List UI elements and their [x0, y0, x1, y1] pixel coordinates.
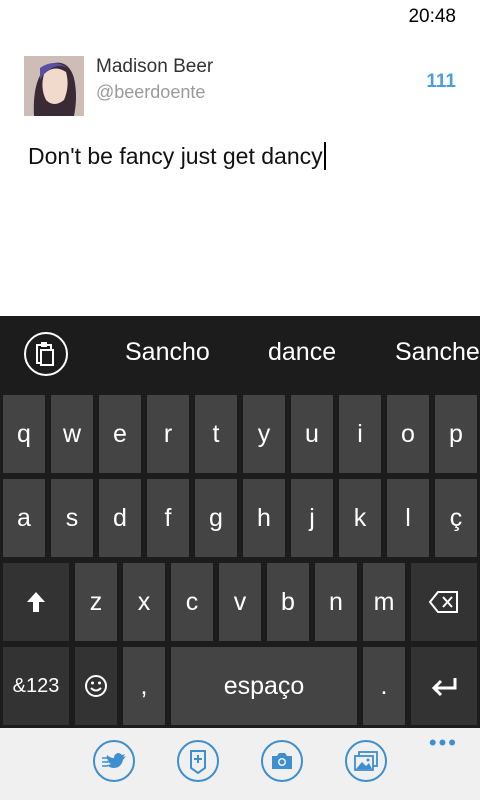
key-d[interactable]: d [99, 479, 141, 557]
space-key[interactable]: espaço [171, 647, 357, 725]
key-o[interactable]: o [387, 395, 429, 473]
status-bar: 20:48 [0, 0, 480, 32]
key-x[interactable]: x [123, 563, 165, 641]
symbols-key[interactable]: &123 [3, 647, 69, 725]
clipboard-icon[interactable] [24, 332, 68, 376]
key-m[interactable]: m [363, 563, 405, 641]
camera-icon[interactable] [261, 740, 303, 782]
key-k[interactable]: k [339, 479, 381, 557]
emoji-smiley-icon [85, 675, 107, 697]
gallery-icon[interactable] [345, 740, 387, 782]
key-i[interactable]: i [339, 395, 381, 473]
key-r[interactable]: r [147, 395, 189, 473]
key-comma[interactable]: , [123, 647, 165, 725]
add-note-icon[interactable] [177, 740, 219, 782]
shift-key[interactable] [3, 563, 69, 641]
app-bar: ••• [0, 728, 480, 800]
key-e[interactable]: e [99, 395, 141, 473]
account-header: Madison Beer @beerdoente 111 [24, 56, 460, 116]
compose-input[interactable]: Don't be fancy just get dancy [28, 142, 458, 170]
avatar[interactable] [24, 56, 84, 116]
key-y[interactable]: y [243, 395, 285, 473]
key-t[interactable]: t [195, 395, 237, 473]
key-z[interactable]: z [75, 563, 117, 641]
compose-text: Don't be fancy just get dancy [28, 143, 323, 169]
key-n[interactable]: n [315, 563, 357, 641]
key-q[interactable]: q [3, 395, 45, 473]
key-s[interactable]: s [51, 479, 93, 557]
suggestion-1[interactable]: Sancho [125, 338, 210, 367]
backspace-icon [428, 591, 458, 613]
suggestion-bar: Sancho dance Sanche [0, 316, 480, 392]
key-l[interactable]: l [387, 479, 429, 557]
clock: 20:48 [408, 6, 456, 27]
key-p[interactable]: p [435, 395, 477, 473]
key-g[interactable]: g [195, 479, 237, 557]
enter-key[interactable] [411, 647, 477, 725]
backspace-key[interactable] [411, 563, 477, 641]
suggestion-3[interactable]: Sanche [395, 338, 480, 367]
key-c[interactable]: c [171, 563, 213, 641]
account-handle: @beerdoente [96, 82, 206, 102]
text-caret [323, 142, 326, 170]
shift-arrow-icon [27, 592, 45, 612]
key-v[interactable]: v [219, 563, 261, 641]
more-options-button[interactable]: ••• [429, 730, 458, 756]
key-j[interactable]: j [291, 479, 333, 557]
key-h[interactable]: h [243, 479, 285, 557]
key-c-cedilla[interactable]: ç [435, 479, 477, 557]
key-w[interactable]: w [51, 395, 93, 473]
key-period[interactable]: . [363, 647, 405, 725]
mention-twitter-icon[interactable] [93, 740, 135, 782]
character-count: 111 [426, 71, 456, 92]
key-b[interactable]: b [267, 563, 309, 641]
account-name: Madison Beer [96, 56, 214, 77]
key-a[interactable]: a [3, 479, 45, 557]
keyboard: Sancho dance Sanche q w e r t y u i o p … [0, 316, 480, 728]
key-u[interactable]: u [291, 395, 333, 473]
emoji-key[interactable] [75, 647, 117, 725]
suggestion-2[interactable]: dance [268, 338, 336, 367]
enter-icon [431, 678, 457, 697]
key-f[interactable]: f [147, 479, 189, 557]
